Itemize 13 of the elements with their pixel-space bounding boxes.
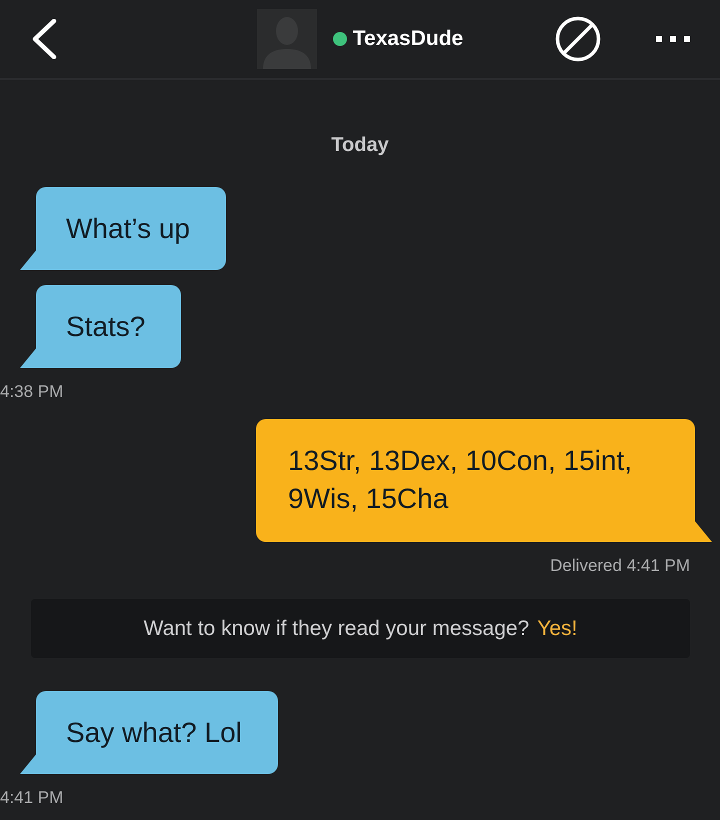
back-button[interactable] (31, 19, 57, 59)
yes-link[interactable]: Yes! (537, 616, 578, 640)
prohibited-icon (555, 16, 601, 62)
delivery-status: Delivered 4:41 PM (550, 556, 690, 576)
date-divider-label: Today (331, 133, 389, 157)
block-button[interactable] (555, 16, 601, 62)
timestamp: 4:41 PM (0, 788, 64, 808)
more-button[interactable] (656, 36, 690, 42)
prompt-text: Want to know if they read your message? (144, 616, 530, 640)
contact-name: TexasDude (352, 27, 464, 51)
timestamp: 4:38 PM (0, 382, 64, 402)
more-icon (656, 36, 690, 42)
chevron-left-icon (31, 19, 57, 59)
